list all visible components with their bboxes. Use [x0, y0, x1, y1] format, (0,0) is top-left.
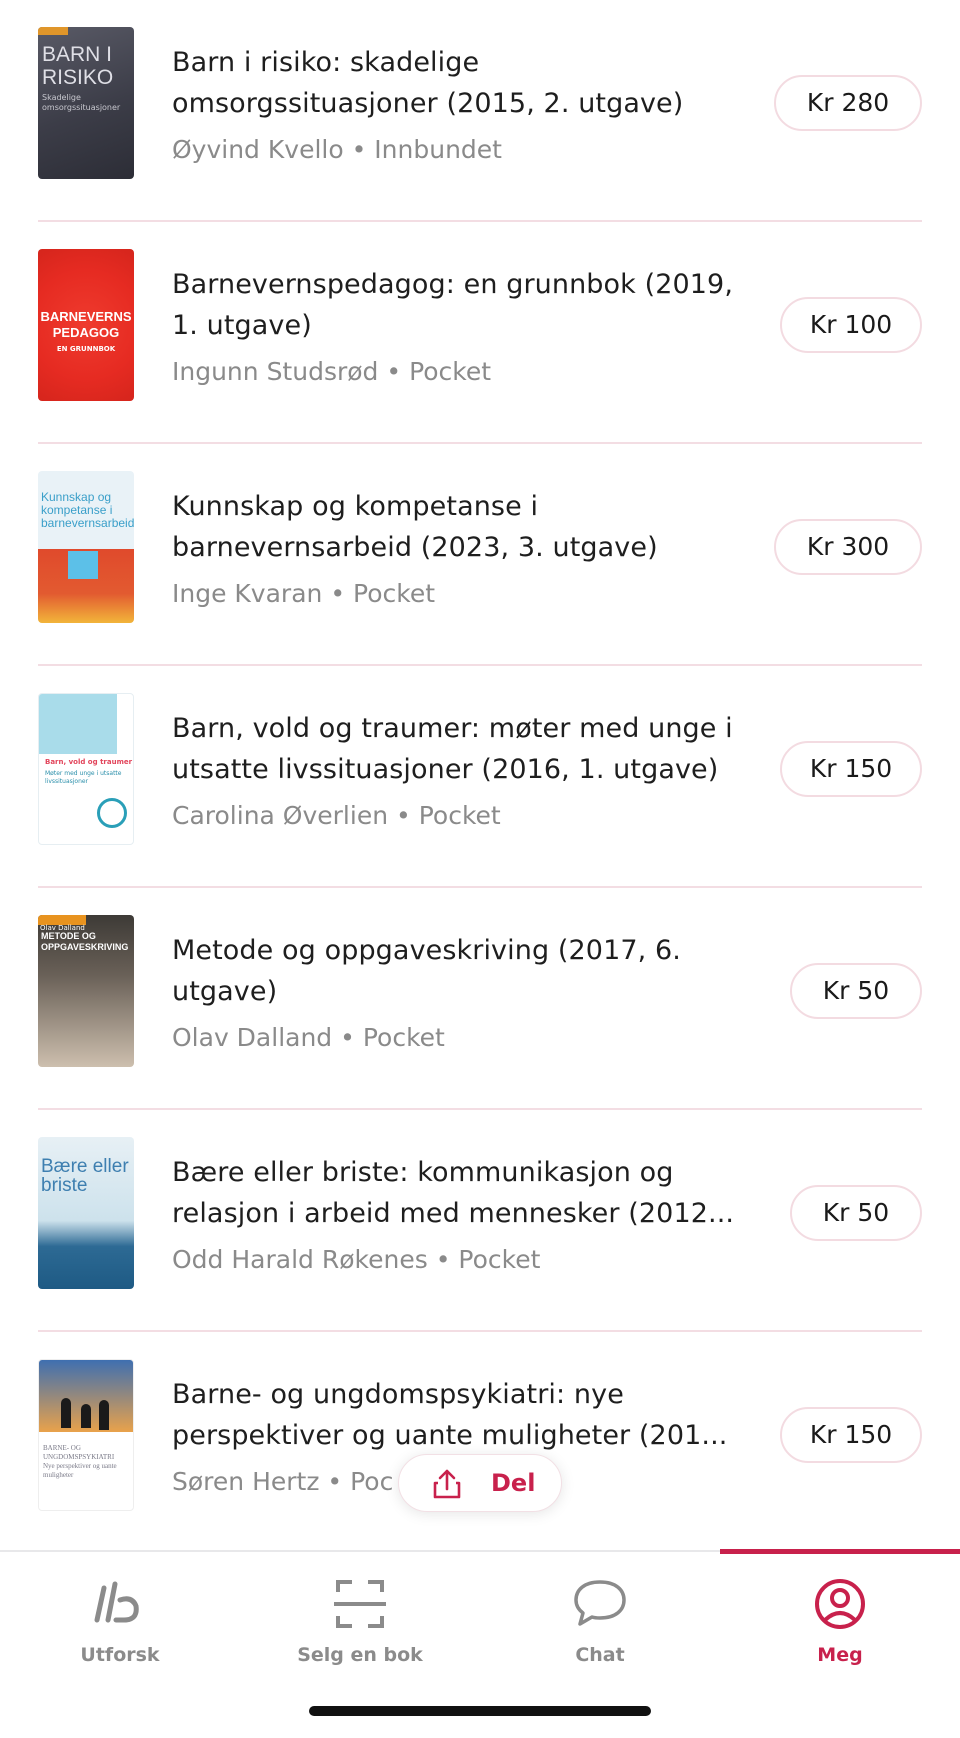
price-badge[interactable]: Kr 150	[780, 1407, 922, 1463]
meta-separator: •	[351, 135, 367, 164]
tab-meg[interactable]: Meg	[720, 1549, 960, 1702]
book-title: Barnevernspedagog: en grunnbok (2019, 1.…	[172, 269, 734, 341]
meta-separator: •	[396, 801, 411, 830]
meta-separator: •	[340, 1023, 355, 1052]
book-author: Søren Hertz	[172, 1467, 320, 1496]
book-title: Kunnskap og kompetanse i barnevernsarbei…	[172, 491, 658, 563]
cover-title: Barn, vold og traumer	[45, 758, 133, 766]
price-badge[interactable]: Kr 100	[780, 297, 922, 353]
book-cover: Bære eller briste	[38, 1137, 134, 1289]
book-author: Inge Kvaran	[172, 579, 323, 608]
book-author: Carolina Øverlien	[172, 801, 389, 830]
book-cover: BARNEVERNS PEDAGOG EN GRUNNBOK	[38, 249, 134, 401]
price-badge[interactable]: Kr 150	[780, 741, 922, 797]
meta-separator: •	[435, 1245, 451, 1274]
list-item[interactable]: Barn, vold og traumer Møter med unge i u…	[0, 666, 960, 888]
price-badge[interactable]: Kr 300	[774, 519, 922, 575]
list-item[interactable]: BARNE- OG UNGDOMSPSYKIATRI Nye perspekti…	[0, 1332, 960, 1554]
book-format: Pocket	[418, 801, 501, 830]
book-title: Barn i risiko: skadelige omsorgssituasjo…	[172, 47, 684, 119]
cover-title: Bære eller briste	[41, 1156, 129, 1196]
profile-icon	[815, 1579, 865, 1629]
ub-logo-icon	[94, 1581, 139, 1623]
cover-title: Kunnskap og kompetanse i barnevernsarbei…	[41, 490, 134, 530]
tab-label: Selg en bok	[297, 1644, 423, 1666]
share-icon	[433, 1469, 461, 1499]
cover-subtitle: Skadelige omsorgssituasjoner	[42, 93, 121, 112]
tab-selg-en-bok[interactable]: Selg en bok	[240, 1552, 480, 1702]
book-format: Pocket	[458, 1245, 541, 1274]
tab-label: Chat	[575, 1644, 625, 1666]
book-author: Olav Dalland	[172, 1023, 333, 1052]
book-cover: Olav Dalland METODE OG OPPGAVESKRIVING	[38, 915, 134, 1067]
price-badge[interactable]: Kr 50	[790, 1185, 922, 1241]
book-author: Ingunn Studsrød	[172, 357, 379, 386]
book-meta: Olav Dalland • Pocket	[172, 1021, 445, 1055]
tab-label: Utforsk	[80, 1644, 160, 1666]
book-format: Poc	[350, 1467, 394, 1496]
cover-title: METODE OG OPPGAVESKRIVING	[41, 931, 129, 952]
tab-chat[interactable]: Chat	[480, 1552, 720, 1702]
book-meta: Inge Kvaran • Pocket	[172, 577, 435, 611]
meta-separator: •	[386, 357, 402, 386]
tab-label: Meg	[817, 1644, 863, 1666]
book-format: Pocket	[409, 357, 492, 386]
book-cover: Kunnskap og kompetanse i barnevernsarbei…	[38, 471, 134, 623]
share-label: Del	[491, 1469, 536, 1497]
book-format: Innbundet	[374, 135, 502, 164]
tab-utforsk[interactable]: Utforsk	[0, 1552, 240, 1702]
book-meta: Ingunn Studsrød • Pocket	[172, 355, 491, 389]
list-item[interactable]: Bære eller briste Bære eller briste: kom…	[0, 1110, 960, 1332]
meta-separator: •	[330, 579, 346, 608]
book-format: Pocket	[353, 579, 436, 608]
book-meta: Odd Harald Røkenes • Pocket	[172, 1243, 540, 1277]
book-title: Barne- og ungdomspsykiatri: nye perspekt…	[172, 1379, 728, 1451]
chat-bubble-icon	[574, 1580, 626, 1626]
cover-title: BARN I RISIKO	[42, 43, 114, 89]
book-meta: Carolina Øverlien • Pocket	[172, 799, 501, 833]
price-badge[interactable]: Kr 50	[790, 963, 922, 1019]
book-cover: BARN I RISIKO Skadelige omsorgssituasjon…	[38, 27, 134, 179]
list-item[interactable]: BARN I RISIKO Skadelige omsorgssituasjon…	[0, 0, 960, 222]
list-item[interactable]: BARNEVERNS PEDAGOG EN GRUNNBOK Barnevern…	[0, 222, 960, 444]
book-title: Metode og oppgaveskriving (2017, 6. utga…	[172, 935, 681, 1007]
cover-band: Olav Dalland	[38, 915, 86, 932]
home-indicator	[309, 1706, 651, 1716]
cover-title: BARNEVERNS PEDAGOG	[40, 309, 132, 340]
book-meta: Søren Hertz • Poc	[172, 1465, 393, 1499]
share-button[interactable]: Del	[398, 1454, 562, 1512]
price-badge[interactable]: Kr 280	[774, 75, 922, 131]
meta-separator: •	[327, 1467, 343, 1496]
book-meta: Øyvind Kvello • Innbundet	[172, 133, 502, 167]
book-author: Odd Harald Røkenes	[172, 1245, 428, 1274]
book-author: Øyvind Kvello	[172, 135, 344, 164]
cover-subtitle: EN GRUNNBOK	[56, 345, 116, 353]
list-item[interactable]: Kunnskap og kompetanse i barnevernsarbei…	[0, 444, 960, 666]
book-title: Bære eller briste: kommunikasjon og rela…	[172, 1157, 735, 1229]
scan-icon	[334, 1580, 386, 1628]
cover-subtitle: Møter med unge i utsatte livssituasjoner	[45, 770, 122, 785]
active-tab-indicator	[720, 1549, 960, 1554]
cover-title: BARNE- OG UNGDOMSPSYKIATRI Nye perspekti…	[43, 1444, 117, 1479]
book-cover: Barn, vold og traumer Møter med unge i u…	[38, 693, 134, 845]
book-title: Barn, vold og traumer: møter med unge i …	[172, 713, 733, 785]
list-item[interactable]: Olav Dalland METODE OG OPPGAVESKRIVING M…	[0, 888, 960, 1110]
book-format: Pocket	[362, 1023, 445, 1052]
book-cover: BARNE- OG UNGDOMSPSYKIATRI Nye perspekti…	[38, 1359, 134, 1511]
